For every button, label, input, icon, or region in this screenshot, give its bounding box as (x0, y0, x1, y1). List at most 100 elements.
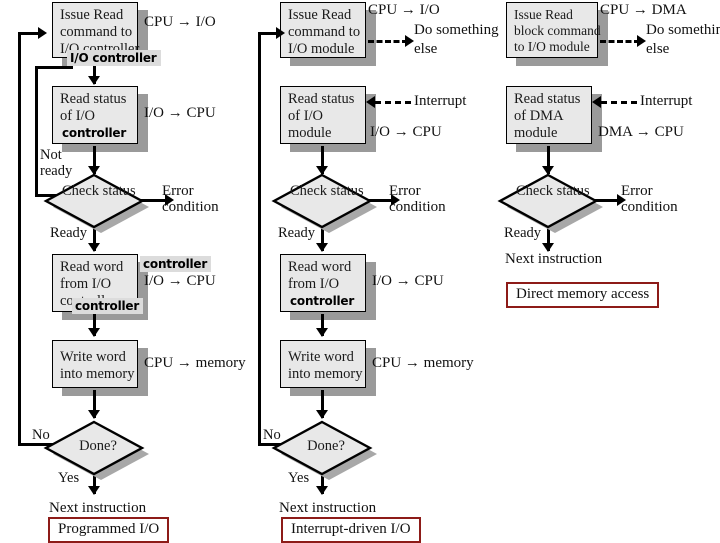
c3-label-error: Error (621, 183, 653, 199)
c2-issue-line-2: command to (288, 23, 361, 40)
c2-caption-interrupt-driven-io: Interrupt-driven I/O (281, 517, 421, 543)
c2-node-read-status: Read status of I/O module (280, 86, 366, 144)
c2-check-label: Check status (290, 183, 364, 200)
c1-label-not: Not (40, 147, 62, 163)
c1-readword-line-2: from I/O (60, 275, 112, 292)
c3-label-next-instruction: Next instruction (505, 251, 603, 267)
c3-label-do-something: Do something (646, 22, 720, 38)
c3-arrow-status-to-check (542, 166, 554, 175)
c2-label-cpu-to-io: CPU → I/O (368, 2, 440, 18)
c1-arrow-readword-to-write (88, 328, 100, 337)
c2-arrow-check-to-readword (316, 243, 328, 252)
c3-label-cpu-to-dma: CPU → DMA (600, 2, 687, 18)
c1-label-ready-neg: ready (40, 163, 73, 179)
c3-check-line-2: status (556, 183, 590, 199)
c2-arrow-status-to-check (316, 166, 328, 175)
c2-arrow-readword-to-write (316, 328, 328, 337)
c1-check-label: Check status (62, 183, 136, 200)
c1-no-loop-vertical (18, 32, 21, 446)
c1-caption-programmed-io: Programmed I/O (48, 517, 170, 543)
c3-issue-line-2: block command (514, 22, 601, 38)
c1-issue-line-1: Issue Read (60, 7, 124, 23)
c1-arrow-issue-to-status (88, 76, 100, 85)
c1-arrow-done-to-next (88, 486, 100, 495)
c1-overlay-controller-side: controller (140, 256, 212, 272)
c1-overlay-controller-readword: controller (72, 298, 144, 314)
flowchart-canvas: Issue Read command to I/O controller I/O… (0, 0, 720, 543)
c1-node-read-status: Read status of I/O controller (52, 86, 138, 144)
c2-label-condition: condition (389, 199, 446, 215)
c2-no-loop-top (258, 32, 278, 35)
c1-write-line-2: into memory (60, 365, 135, 382)
c1-write-line-1: Write word (60, 349, 126, 365)
c3-issue-line-3: to I/O module (514, 38, 590, 54)
c2-label-error: Error (389, 183, 421, 199)
c2-node-check-status (271, 171, 382, 233)
c2-label-io-to-cpu-readword: I/O → CPU (372, 273, 444, 289)
c3-dashed-interrupt (601, 101, 637, 104)
c1-done-line-1: Done? (79, 438, 117, 454)
c1-notready-loop-vertical (35, 66, 38, 196)
c1-overlay-controller-status: controller (59, 124, 131, 141)
c1-notready-loop-top (35, 66, 73, 69)
c1-issue-line-2: command to (60, 23, 133, 40)
c2-arrow-do-something-else (405, 35, 414, 47)
c1-overlay-io-controller: I/O controller (67, 50, 161, 66)
c2-label-do-something: Do something (414, 22, 499, 38)
c3-arrow-interrupt (592, 96, 601, 108)
c3-status-line-1: Read status (514, 91, 581, 107)
c1-label-io-to-cpu-status: I/O → CPU (144, 105, 216, 121)
c3-node-check-status (497, 171, 608, 233)
c3-label-dma-to-cpu: DMA → CPU (598, 124, 684, 140)
c2-label-yes: Yes (288, 470, 310, 486)
c3-node-read-status-dma: Read status of DMA module (506, 86, 592, 144)
c2-overlay-controller: controller (287, 292, 359, 309)
c2-write-line-1: Write word (288, 349, 354, 365)
c2-readword-line-2: from I/O (288, 275, 340, 292)
c1-arrow-status-to-check (88, 166, 100, 175)
c3-status-line-2: of DMA (514, 107, 564, 124)
c2-label-no: No (263, 427, 281, 443)
c2-arrow-done-to-next (316, 486, 328, 495)
c1-label-error: Error (162, 183, 194, 199)
c2-label-ready: Ready (278, 225, 316, 241)
c2-arrow-interrupt (366, 96, 375, 108)
c1-label-cpu-to-memory: CPU → memory (144, 355, 246, 371)
c3-issue-line-1: Issue Read (514, 7, 573, 22)
c2-status-line-2: of I/O (288, 107, 324, 124)
c2-label-next-instruction: Next instruction (279, 500, 377, 516)
c1-readword-line-1: Read word (60, 259, 124, 275)
c2-status-line-1: Read status (288, 91, 355, 107)
c3-check-line-1: Check (516, 183, 554, 199)
c2-no-loop-vertical (258, 32, 261, 446)
c2-done-label: Done? (290, 438, 362, 455)
c1-check-line-1: Check (62, 183, 100, 199)
c3-label-condition: condition (621, 199, 678, 215)
c2-arrow-write-to-done (316, 410, 328, 419)
c1-label-yes: Yes (58, 470, 80, 486)
c2-node-issue-read: Issue Read command to I/O module (280, 2, 366, 58)
c2-label-cpu-to-memory: CPU → memory (372, 355, 474, 371)
c3-node-issue-read-block: Issue Read block command to I/O module (506, 2, 601, 58)
c1-node-write-word: Write word into memory (52, 340, 138, 388)
c2-done-line-1: Done? (307, 438, 345, 454)
c1-label-ready: Ready (50, 225, 88, 241)
c1-label-no: No (32, 427, 50, 443)
c1-label-condition: condition (162, 199, 219, 215)
c3-check-label: Check status (516, 183, 590, 200)
c3-status-line-3: module (514, 124, 558, 141)
c2-label-else: else (414, 41, 438, 57)
c1-done-label: Done? (62, 438, 134, 455)
c1-no-loop-arrowhead (38, 27, 47, 39)
c1-arrow-check-to-readword (88, 243, 100, 252)
c2-issue-line-1: Issue Read (288, 7, 352, 23)
c2-check-line-2: status (330, 183, 364, 199)
c3-label-else: else (646, 41, 670, 57)
c3-dashed-do-something-else (600, 40, 640, 43)
c1-status-line-2: of I/O (60, 107, 96, 124)
c1-label-io-to-cpu-readword: I/O → CPU (144, 273, 216, 289)
c2-no-loop-arrowhead (276, 27, 285, 39)
c2-dashed-do-something-else (368, 40, 408, 43)
c2-label-io-to-cpu-status: I/O → CPU (370, 124, 442, 140)
c1-label-next-instruction: Next instruction (49, 500, 147, 516)
